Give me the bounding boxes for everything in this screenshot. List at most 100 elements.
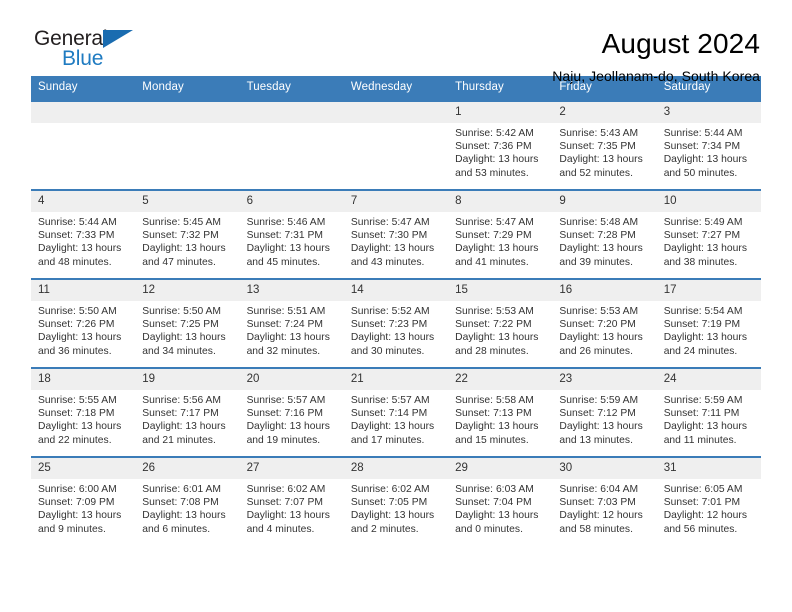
day-detail-line: and 30 minutes. [350, 345, 425, 357]
calendar-day-cell[interactable]: 10 Sunrise: 5:49 AM Sunset: 7:27 PM Dayligh… [656, 189, 761, 279]
calendar-day-cell[interactable]: 7 Sunrise: 5:47 AM Sunset: 7:30 PM Daylight… [343, 189, 449, 279]
triangle-icon [103, 30, 133, 48]
day-detail-line: Daylight: 13 hours [38, 243, 122, 255]
day-details: Sunrise: 5:51 AM Sunset: 7:24 PM Daylight:… [240, 301, 344, 358]
day-detail-line: Sunset: 7:22 PM [455, 319, 532, 331]
day-detail-line: Sunset: 7:29 PM [455, 230, 532, 242]
day-detail-line: Sunrise: 6:02 AM [350, 484, 430, 495]
day-details: Sunrise: 5:58 AM Sunset: 7:13 PM Daylight:… [448, 390, 552, 447]
calendar-day-cell[interactable]: 25 Sunrise: 6:00 AM Sunset: 7:09 PM Dayligh… [31, 456, 136, 546]
day-detail-line: Sunrise: 5:43 AM [559, 128, 639, 139]
day-detail-line: Sunset: 7:33 PM [38, 230, 115, 242]
day-details: Sunrise: 5:50 AM Sunset: 7:25 PM Daylight:… [135, 301, 239, 358]
day-detail-line: Sunrise: 5:58 AM [455, 395, 534, 406]
calendar-day-cell[interactable]: 8 Sunrise: 5:47 AM Sunset: 7:29 PM Daylight… [448, 189, 553, 279]
day-number: 26 [135, 458, 240, 479]
day-detail-line: Sunrise: 5:44 AM [663, 128, 743, 139]
day-detail-line: and 15 minutes. [455, 434, 529, 446]
day-detail-line: and 6 minutes. [142, 523, 211, 535]
day-detail-line: Sunrise: 5:46 AM [246, 217, 326, 228]
day-detail-line: Daylight: 13 hours [663, 332, 748, 344]
day-detail-line: Daylight: 13 hours [455, 421, 539, 433]
calendar-day-cell-empty [135, 100, 240, 190]
day-detail-line: Daylight: 13 hours [663, 154, 748, 166]
calendar-day-cell[interactable]: 9 Sunrise: 5:48 AM Sunset: 7:28 PM Daylight… [552, 189, 657, 279]
day-number [31, 102, 136, 123]
day-detail-line: Sunrise: 5:45 AM [142, 217, 222, 228]
brand-logo[interactable]: General Blue [31, 28, 143, 74]
day-number: 25 [31, 458, 136, 479]
brand-logo-blue-text: Blue [62, 47, 104, 70]
day-details: Sunrise: 5:59 AM Sunset: 7:12 PM Daylight:… [552, 390, 656, 447]
calendar-day-cell[interactable]: 31 Sunrise: 6:05 AM Sunset: 7:01 PM Dayligh… [656, 456, 761, 546]
day-detail-line: and 38 minutes. [663, 256, 738, 268]
day-number: 16 [552, 280, 657, 301]
calendar-day-cell[interactable]: 16 Sunrise: 5:53 AM Sunset: 7:20 PM Dayligh… [552, 278, 657, 368]
calendar-day-cell[interactable]: 6 Sunrise: 5:46 AM Sunset: 7:31 PM Daylight… [239, 189, 344, 279]
calendar-day-cell[interactable]: 21 Sunrise: 5:57 AM Sunset: 7:14 PM Dayligh… [343, 367, 449, 457]
day-detail-line: and 11 minutes. [663, 434, 737, 446]
calendar-day-cell[interactable]: 26 Sunrise: 6:01 AM Sunset: 7:08 PM Dayligh… [135, 456, 240, 546]
day-details: Sunrise: 5:53 AM Sunset: 7:20 PM Daylight:… [552, 301, 656, 358]
day-number: 13 [239, 280, 344, 301]
day-details: Sunrise: 5:43 AM Sunset: 7:35 PM Daylight:… [552, 123, 656, 180]
calendar-day-cell[interactable]: 19 Sunrise: 5:56 AM Sunset: 7:17 PM Dayligh… [135, 367, 240, 457]
day-details: Sunrise: 5:46 AM Sunset: 7:31 PM Daylight:… [240, 212, 344, 269]
calendar-day-cell[interactable]: 2 Sunrise: 5:43 AM Sunset: 7:35 PM Daylight… [552, 100, 657, 190]
day-details: Sunrise: 5:48 AM Sunset: 7:28 PM Daylight:… [552, 212, 656, 269]
day-details: Sunrise: 5:42 AM Sunset: 7:36 PM Daylight:… [448, 123, 552, 180]
calendar-day-cell[interactable]: 14 Sunrise: 5:52 AM Sunset: 7:23 PM Dayligh… [343, 278, 449, 368]
calendar-day-cell[interactable]: 28 Sunrise: 6:02 AM Sunset: 7:05 PM Dayligh… [343, 456, 449, 546]
day-detail-line: Sunset: 7:09 PM [38, 497, 115, 509]
calendar-day-cell[interactable]: 4 Sunrise: 5:44 AM Sunset: 7:33 PM Daylight… [31, 189, 136, 279]
day-details: Sunrise: 5:52 AM Sunset: 7:23 PM Daylight:… [344, 301, 448, 358]
calendar-day-cell[interactable]: 20 Sunrise: 5:57 AM Sunset: 7:16 PM Dayligh… [239, 367, 344, 457]
calendar-day-cell[interactable]: 1 Sunrise: 5:42 AM Sunset: 7:36 PM Daylight… [448, 100, 553, 190]
calendar-day-cell-empty [239, 100, 344, 190]
day-detail-line: and 48 minutes. [38, 256, 112, 268]
calendar-day-cell[interactable]: 12 Sunrise: 5:50 AM Sunset: 7:25 PM Dayligh… [135, 278, 240, 368]
day-number: 1 [448, 102, 553, 123]
calendar-day-cell[interactable]: 11 Sunrise: 5:50 AM Sunset: 7:26 PM Dayligh… [31, 278, 136, 368]
day-details: Sunrise: 5:49 AM Sunset: 7:27 PM Daylight:… [657, 212, 761, 269]
day-detail-line: Sunset: 7:23 PM [350, 319, 428, 331]
day-detail-line: Daylight: 13 hours [559, 243, 643, 255]
day-detail-line: Sunset: 7:16 PM [246, 408, 323, 420]
day-number: 27 [239, 458, 344, 479]
day-detail-line: and 32 minutes. [246, 345, 321, 357]
day-detail-line: Daylight: 13 hours [559, 154, 643, 166]
day-number: 9 [552, 191, 657, 212]
day-details: Sunrise: 5:57 AM Sunset: 7:16 PM Daylight:… [240, 390, 344, 447]
day-detail-line: Sunset: 7:27 PM [663, 230, 741, 242]
day-detail-line: and 24 minutes. [663, 345, 738, 357]
calendar-day-cell[interactable]: 24 Sunrise: 5:59 AM Sunset: 7:11 PM Dayligh… [656, 367, 761, 457]
day-detail-line: Sunset: 7:26 PM [38, 319, 115, 331]
calendar-day-cell[interactable]: 3 Sunrise: 5:44 AM Sunset: 7:34 PM Daylight… [656, 100, 761, 190]
calendar-day-cell[interactable]: 5 Sunrise: 5:45 AM Sunset: 7:32 PM Daylight… [135, 189, 240, 279]
calendar-day-cell[interactable]: 30 Sunrise: 6:04 AM Sunset: 7:03 PM Dayligh… [552, 456, 657, 546]
day-details: Sunrise: 6:03 AM Sunset: 7:04 PM Daylight:… [448, 479, 552, 536]
day-detail-line: Sunset: 7:20 PM [559, 319, 636, 331]
day-details: Sunrise: 5:57 AM Sunset: 7:14 PM Daylight:… [344, 390, 448, 447]
day-details: Sunrise: 5:55 AM Sunset: 7:18 PM Daylight:… [31, 390, 135, 447]
calendar-day-cell[interactable]: 15 Sunrise: 5:53 AM Sunset: 7:22 PM Dayligh… [448, 278, 553, 368]
day-detail-line: Daylight: 13 hours [38, 510, 122, 522]
calendar-day-cell[interactable]: 13 Sunrise: 5:51 AM Sunset: 7:24 PM Dayligh… [239, 278, 344, 368]
day-details: Sunrise: 5:44 AM Sunset: 7:34 PM Daylight:… [657, 123, 761, 180]
calendar-day-cell[interactable]: 23 Sunrise: 5:59 AM Sunset: 7:12 PM Dayligh… [552, 367, 657, 457]
day-detail-line: and 56 minutes. [663, 523, 738, 535]
calendar-day-cell[interactable]: 17 Sunrise: 5:54 AM Sunset: 7:19 PM Dayligh… [656, 278, 761, 368]
calendar-day-cell[interactable]: 18 Sunrise: 5:55 AM Sunset: 7:18 PM Dayligh… [31, 367, 136, 457]
day-details: Sunrise: 5:50 AM Sunset: 7:26 PM Daylight:… [31, 301, 135, 358]
day-detail-line: Sunrise: 5:48 AM [559, 217, 639, 228]
day-detail-line: and 34 minutes. [142, 345, 216, 357]
day-detail-line: Sunset: 7:01 PM [663, 497, 741, 509]
day-detail-line: Daylight: 13 hours [38, 332, 122, 344]
day-detail-line: and 39 minutes. [559, 256, 633, 268]
calendar-day-cell[interactable]: 27 Sunrise: 6:02 AM Sunset: 7:07 PM Dayligh… [239, 456, 344, 546]
day-detail-line: Daylight: 12 hours [559, 510, 643, 522]
calendar-day-cell[interactable]: 22 Sunrise: 5:58 AM Sunset: 7:13 PM Dayligh… [448, 367, 553, 457]
calendar-day-cell[interactable]: 29 Sunrise: 6:03 AM Sunset: 7:04 PM Dayligh… [448, 456, 553, 546]
day-detail-line: Sunset: 7:34 PM [663, 141, 741, 153]
day-details: Sunrise: 5:47 AM Sunset: 7:29 PM Daylight:… [448, 212, 552, 269]
